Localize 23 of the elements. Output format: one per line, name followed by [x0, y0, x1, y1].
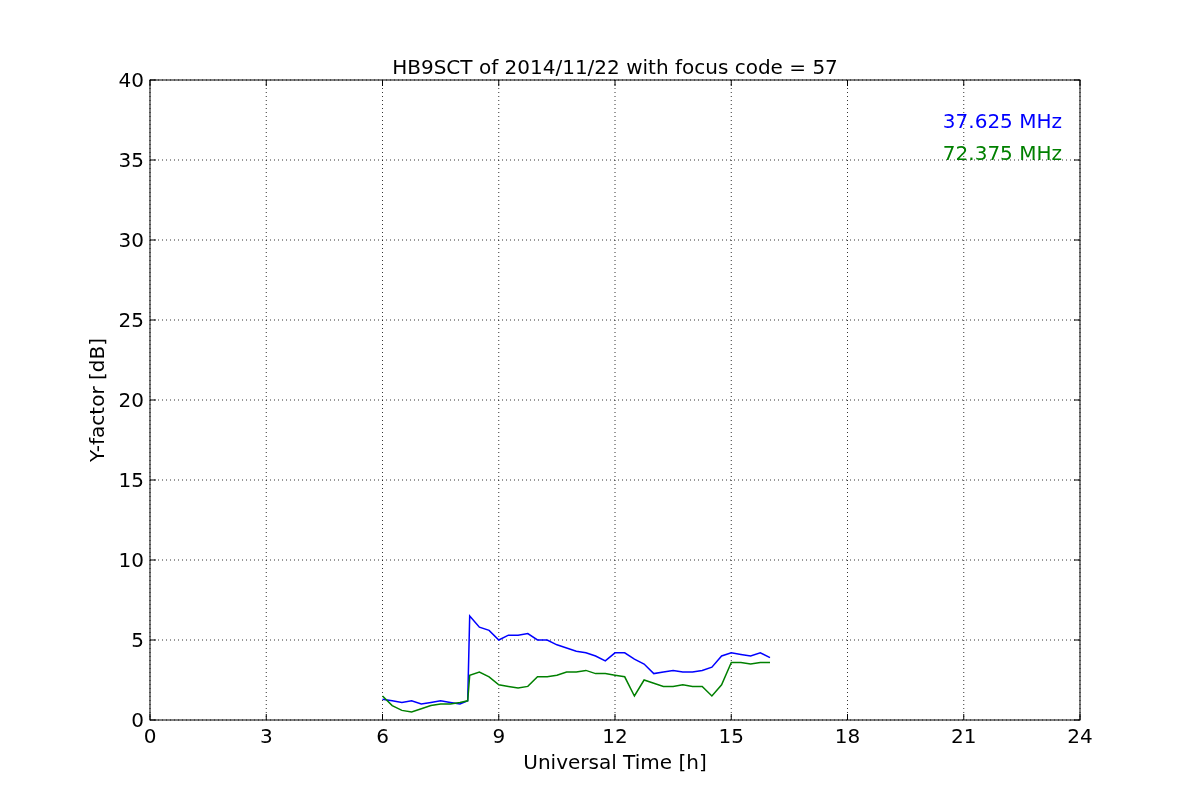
chart-title: HB9SCT of 2014/11/22 with focus code = 57 — [392, 55, 838, 79]
x-tick-label: 24 — [1067, 724, 1093, 748]
x-tick-label: 3 — [259, 724, 273, 748]
y-tick-label: 5 — [131, 628, 144, 652]
y-tick-label: 15 — [118, 468, 144, 492]
x-tick-label: 6 — [376, 724, 389, 748]
x-tick-label: 21 — [951, 724, 977, 748]
x-tick-label: 15 — [718, 724, 744, 748]
y-tick-label: 30 — [118, 228, 144, 252]
y-tick-label: 10 — [118, 548, 144, 572]
y-tick-label: 0 — [131, 708, 144, 732]
x-tick-label: 0 — [143, 724, 157, 748]
y-tick-label: 35 — [118, 148, 144, 172]
x-axis-label: Universal Time [h] — [523, 750, 707, 774]
y-tick-label: 40 — [118, 68, 144, 92]
legend-label: 72.375 MHz — [942, 141, 1062, 165]
legend-label: 37.625 MHz — [942, 109, 1062, 133]
x-tick-label: 9 — [492, 724, 506, 748]
y-axis-label: Y-factor [dB] — [85, 338, 109, 462]
y-tick-label: 25 — [118, 308, 144, 332]
x-tick-label: 12 — [602, 724, 628, 748]
y-tick-label: 20 — [118, 388, 144, 412]
x-tick-label: 18 — [834, 724, 861, 748]
